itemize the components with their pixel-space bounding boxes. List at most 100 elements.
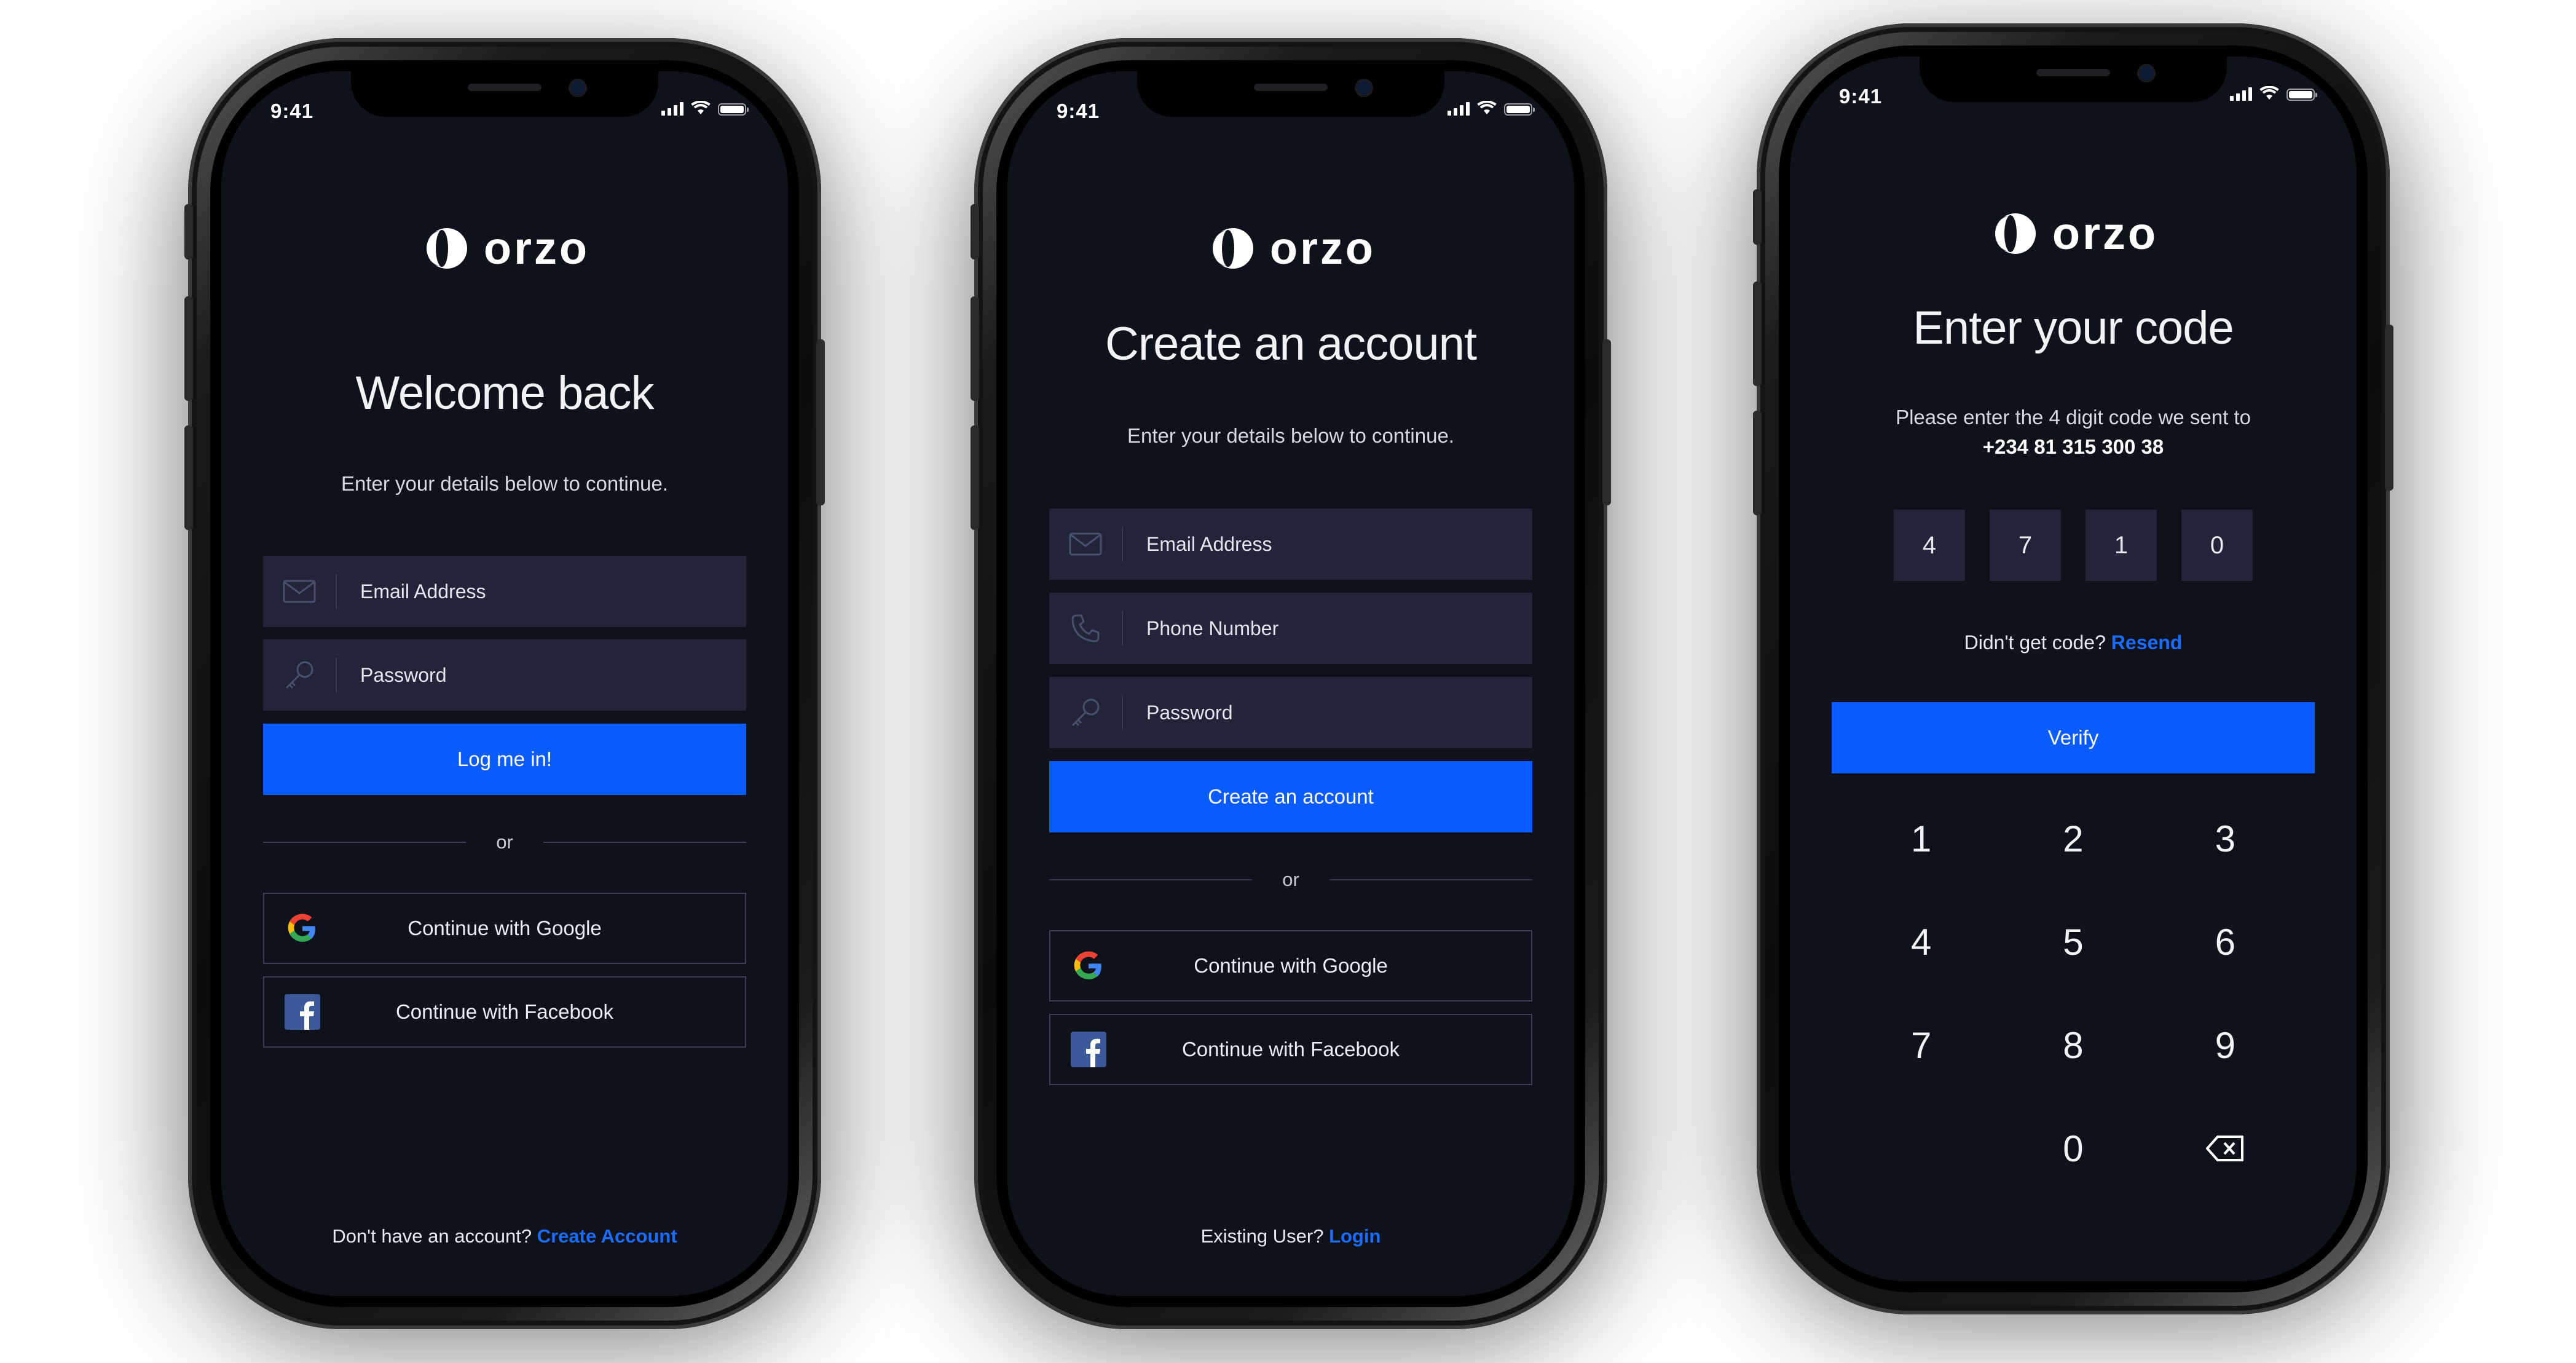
code-digit-3[interactable]: 1 <box>2086 510 2157 581</box>
password-placeholder: Password <box>1146 701 1233 724</box>
brand-name: orzo <box>483 223 590 274</box>
keypad-key-2[interactable]: 2 <box>1997 787 2149 890</box>
email-field[interactable]: Email Address <box>263 556 746 627</box>
google-button[interactable]: Continue with Google <box>263 893 746 964</box>
backspace-icon <box>2206 1136 2244 1161</box>
wifi-icon <box>2259 86 2279 100</box>
verify-screen: 9:41 orzo Enter your code Please enter t… <box>1790 57 2357 1281</box>
keypad-key-0[interactable]: 0 <box>1997 1097 2149 1200</box>
notch <box>1920 57 2227 102</box>
page-title: Create an account <box>1105 318 1477 370</box>
status-icons <box>1448 101 1535 116</box>
facebook-button[interactable]: Continue with Facebook <box>263 976 746 1048</box>
create-account-link[interactable]: Create Account <box>537 1225 677 1247</box>
status-icons <box>2230 86 2317 101</box>
mail-icon <box>1069 532 1102 556</box>
keypad-key-4[interactable]: 4 <box>1845 890 1997 994</box>
notch <box>1137 71 1444 117</box>
divider-line <box>263 842 466 843</box>
code-digit-1[interactable]: 4 <box>1894 510 1965 581</box>
orzo-logo-icon <box>423 227 467 269</box>
battery-icon <box>1504 103 1535 116</box>
facebook-button[interactable]: Continue with Facebook <box>1049 1014 1532 1085</box>
keypad-key-5[interactable]: 5 <box>1997 890 2149 994</box>
divider-line <box>543 842 746 843</box>
page-title: Welcome back <box>355 367 654 419</box>
brand-logo: orzo <box>1007 222 1574 274</box>
login-link[interactable]: Login <box>1329 1225 1381 1247</box>
keypad-blank <box>1845 1097 1997 1200</box>
password-field[interactable]: Password <box>263 639 746 711</box>
phone-frame-login: 9:41 orzo Welcome back Enter your detail… <box>184 38 825 1329</box>
password-field[interactable]: Password <box>1049 677 1532 748</box>
mail-icon <box>283 580 316 603</box>
battery-icon <box>718 103 749 116</box>
code-digit-2[interactable]: 7 <box>1990 510 2061 581</box>
numeric-keypad: 1 2 3 4 5 6 7 8 9 0 <box>1845 787 2301 1200</box>
google-label: Continue with Google <box>1194 954 1388 977</box>
create-account-button[interactable]: Create an account <box>1049 761 1532 832</box>
status-icons <box>661 101 749 116</box>
code-digit-4[interactable]: 0 <box>2181 510 2253 581</box>
keypad-key-9[interactable]: 9 <box>2149 994 2301 1097</box>
keypad-backspace[interactable] <box>2149 1097 2301 1200</box>
resend-link[interactable]: Resend <box>2111 631 2183 654</box>
or-divider: or <box>263 830 746 855</box>
brand-name: orzo <box>1269 223 1376 274</box>
power-button <box>2385 325 2393 491</box>
signup-prompt-text: Don't have an account? <box>332 1225 532 1247</box>
front-camera <box>1357 81 1371 95</box>
keypad-key-1[interactable]: 1 <box>1845 787 1997 890</box>
field-separator <box>336 574 337 609</box>
signal-icon <box>661 102 683 116</box>
volume-down-button <box>971 425 979 530</box>
field-separator <box>1122 611 1123 646</box>
status-time: 9:41 <box>1057 100 1100 122</box>
front-camera <box>2140 66 2153 80</box>
keypad-key-3[interactable]: 3 <box>2149 787 2301 890</box>
phone-frame-verify: 9:41 orzo Enter your code Please enter t… <box>1753 23 2393 1314</box>
google-icon <box>1074 951 1101 979</box>
keypad-key-8[interactable]: 8 <box>1997 994 2149 1097</box>
keypad-key-7[interactable]: 7 <box>1845 994 1997 1097</box>
signal-icon <box>1448 102 1470 116</box>
verify-button[interactable]: Verify <box>1832 702 2315 773</box>
field-separator <box>336 658 337 692</box>
facebook-icon <box>285 994 320 1030</box>
speaker <box>468 84 542 91</box>
login-prompt-text: Existing User? <box>1200 1225 1324 1247</box>
google-button[interactable]: Continue with Google <box>1049 930 1532 1002</box>
mute-switch <box>971 204 979 259</box>
mute-switch <box>1753 189 1762 245</box>
divider-line <box>1049 879 1252 880</box>
code-instruction: Please enter the 4 digit code we sent to <box>1896 406 2251 429</box>
resend-prompt-text: Didn't get code? <box>1964 631 2106 654</box>
power-button <box>1602 339 1611 505</box>
login-button[interactable]: Log me in! <box>263 724 746 795</box>
signup-screen: 9:41 orzo Create an account Enter your d… <box>1007 71 1574 1296</box>
keypad-key-6[interactable]: 6 <box>2149 890 2301 994</box>
signal-icon <box>2230 87 2252 101</box>
brand-logo: orzo <box>221 222 788 274</box>
divider-line <box>1329 879 1532 880</box>
phone-icon <box>1071 614 1100 642</box>
phone-field[interactable]: Phone Number <box>1049 593 1532 664</box>
front-camera <box>571 81 585 95</box>
speaker <box>2036 69 2110 76</box>
field-separator <box>1122 527 1123 561</box>
volume-up-button <box>1753 282 1762 386</box>
email-field[interactable]: Email Address <box>1049 508 1532 580</box>
code-input-row: 4 7 1 0 <box>1790 510 2357 581</box>
signup-prompt: Don't have an account? Create Account <box>221 1225 788 1247</box>
google-label: Continue with Google <box>408 917 602 939</box>
or-label: or <box>496 831 513 853</box>
key-icon <box>285 661 313 689</box>
power-button <box>816 339 825 505</box>
email-placeholder: Email Address <box>1146 532 1272 555</box>
brand-name: orzo <box>2052 208 2159 259</box>
page-subtitle: Enter your details below to continue. <box>1127 424 1454 447</box>
login-screen: 9:41 orzo Welcome back Enter your detail… <box>221 71 788 1296</box>
email-placeholder: Email Address <box>360 580 486 602</box>
phone-number: +234 81 315 300 38 <box>1982 435 2164 458</box>
phone-frame-signup: 9:41 orzo Create an account Enter your d… <box>971 38 1611 1329</box>
